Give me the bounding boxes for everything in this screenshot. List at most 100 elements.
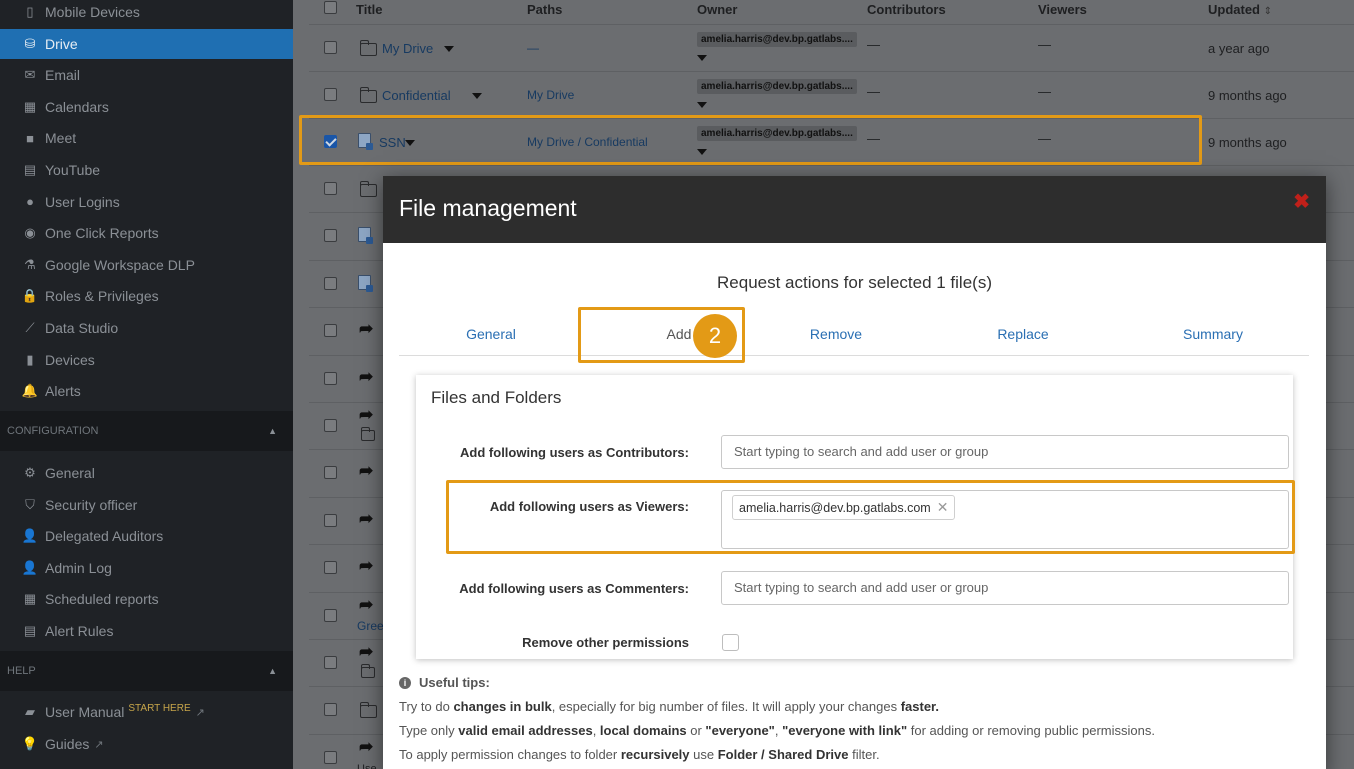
sidebar-item-admin-log[interactable]: 👤 Admin Log bbox=[0, 553, 293, 583]
row-checkbox[interactable] bbox=[324, 324, 337, 338]
lightbulb-icon: 💡 bbox=[21, 736, 39, 751]
sidebar-item-security-officer[interactable]: ⛉ Security officer bbox=[0, 490, 293, 520]
row-title[interactable]: My Drive bbox=[382, 41, 433, 56]
close-icon[interactable]: ✖ bbox=[1293, 189, 1310, 214]
sidebar-section-help[interactable]: HELP ▲ bbox=[0, 651, 293, 691]
table-row[interactable]: Confidential My Drive amelia.harris@dev.… bbox=[309, 71, 1354, 118]
sidebar-item-mobile-devices[interactable]: ▯ Mobile Devices bbox=[0, 0, 293, 27]
sidebar-item-label: Security officer bbox=[45, 496, 138, 513]
section-label: HELP bbox=[7, 665, 36, 677]
tab-replace[interactable]: Replace bbox=[983, 326, 1063, 342]
sidebar-item-scheduled-reports[interactable]: ▦ Scheduled reports bbox=[0, 584, 293, 614]
file-management-modal: File management ✖ Request actions for se… bbox=[383, 176, 1326, 769]
tip-line-3: To apply permission changes to folder re… bbox=[399, 747, 880, 762]
sidebar-item-calendars[interactable]: ▦ Calendars bbox=[0, 92, 293, 122]
info-icon: i bbox=[399, 676, 411, 689]
sidebar-item-label: Data Studio bbox=[45, 320, 119, 336]
sidebar-item-youtube[interactable]: ▤ YouTube bbox=[0, 155, 293, 185]
sidebar-item-data-studio[interactable]: ⟋ Data Studio bbox=[0, 313, 293, 343]
row-checkbox[interactable] bbox=[324, 229, 337, 243]
sidebar-item-user-manual[interactable]: ▰ User Manual START HERE ↗ bbox=[0, 697, 293, 727]
row-checkbox[interactable] bbox=[324, 513, 337, 527]
start-here-badge: START HERE bbox=[128, 702, 191, 714]
row-path[interactable]: My Drive bbox=[527, 88, 574, 102]
title-dropdown-icon[interactable] bbox=[472, 93, 483, 99]
row-checkbox[interactable] bbox=[324, 419, 337, 432]
sidebar-item-label: One Click Reports bbox=[45, 225, 159, 242]
owner-dropdown-icon[interactable] bbox=[697, 55, 707, 61]
sidebar-item-devices[interactable]: ▮ Devices bbox=[0, 345, 293, 375]
col-updated[interactable]: Updated ⇕ bbox=[1208, 2, 1272, 17]
globe-icon: ● bbox=[26, 194, 34, 210]
shared-icon: ➦ bbox=[359, 556, 374, 576]
drive-icon: ⛁ bbox=[24, 35, 36, 51]
collapse-caret-icon[interactable]: ▲ bbox=[268, 666, 277, 676]
table-row[interactable]: My Drive — amelia.harris@dev.bp.gatlabs.… bbox=[309, 24, 1354, 71]
devices-icon: ▮ bbox=[26, 351, 34, 367]
row-checkbox[interactable] bbox=[324, 656, 337, 669]
tab-remove[interactable]: Remove bbox=[796, 326, 876, 342]
row-checkbox[interactable] bbox=[324, 41, 337, 54]
video-icon: ■ bbox=[26, 130, 34, 146]
sidebar-item-alerts[interactable]: 🔔 Alerts bbox=[0, 376, 293, 406]
row-checkbox[interactable] bbox=[324, 182, 337, 195]
sidebar-item-drive[interactable]: ⛁ Drive bbox=[0, 28, 293, 59]
row-checkbox[interactable] bbox=[324, 750, 337, 764]
col-title[interactable]: Title bbox=[356, 2, 383, 17]
col-owner[interactable]: Owner bbox=[697, 2, 737, 17]
row-title[interactable]: Use bbox=[357, 763, 377, 769]
remove-permissions-checkbox[interactable] bbox=[722, 634, 739, 651]
shared-icon: ➦ bbox=[359, 736, 374, 756]
row-checkbox[interactable] bbox=[324, 608, 337, 622]
tab-general[interactable]: General bbox=[451, 326, 531, 342]
contributors-label: Add following users as Contributors: bbox=[460, 445, 689, 460]
sidebar-item-label: Calendars bbox=[45, 98, 109, 115]
sidebar-item-delegated-auditors[interactable]: 👤 Delegated Auditors bbox=[0, 521, 293, 551]
select-all-checkbox[interactable] bbox=[324, 1, 337, 14]
sidebar-item-alert-rules[interactable]: ▤ Alert Rules bbox=[0, 616, 293, 646]
row-title[interactable]: Confidential bbox=[382, 88, 451, 103]
row-checkbox[interactable] bbox=[324, 561, 337, 575]
row-checkbox[interactable] bbox=[324, 88, 337, 101]
title-dropdown-icon[interactable] bbox=[443, 46, 454, 52]
sidebar-section-configuration[interactable]: CONFIGURATION ▲ bbox=[0, 411, 293, 451]
row-updated: 9 months ago bbox=[1208, 88, 1287, 103]
contributors-input[interactable]: Start typing to search and add user or g… bbox=[721, 435, 1289, 469]
col-contributors[interactable]: Contributors bbox=[867, 2, 946, 17]
row-title[interactable]: Gree bbox=[357, 619, 384, 633]
bell-icon: 🔔 bbox=[21, 383, 39, 399]
sidebar-item-general[interactable]: ⚙ General bbox=[0, 458, 293, 488]
row-checkbox[interactable] bbox=[324, 276, 337, 290]
file-icon bbox=[358, 227, 373, 245]
sidebar-item-user-logins[interactable]: ● User Logins bbox=[0, 187, 293, 217]
sidebar-item-label: Alert Rules bbox=[45, 622, 114, 639]
viewers-field-highlight bbox=[446, 480, 1295, 554]
folder-icon bbox=[359, 40, 377, 56]
sidebar-item-google-workspace-dlp[interactable]: ⚗ Google Workspace DLP bbox=[0, 250, 293, 280]
file-icon bbox=[358, 274, 373, 292]
sidebar-item-one-click-reports[interactable]: ◉ One Click Reports bbox=[0, 218, 293, 248]
sidebar-item-guides[interactable]: 💡 Guides ↗ bbox=[0, 729, 293, 759]
sidebar-item-label: Scheduled reports bbox=[45, 591, 159, 607]
shield-icon: ⛉ bbox=[25, 496, 35, 512]
sort-icon[interactable]: ⇕ bbox=[1264, 6, 1272, 17]
tab-summary[interactable]: Summary bbox=[1173, 326, 1253, 342]
row-path[interactable]: — bbox=[527, 41, 539, 55]
sidebar-item-label: User Logins bbox=[45, 193, 120, 210]
sidebar-item-label: General bbox=[45, 465, 95, 481]
sidebar-item-roles-privileges[interactable]: 🔒 Roles & Privileges bbox=[0, 281, 293, 311]
sidebar-item-email[interactable]: ✉ Email bbox=[0, 60, 293, 90]
sidebar: ▯ Mobile Devices ⛁ Drive ✉ Email ▦ Calendars ■ Me… bbox=[0, 0, 293, 769]
col-viewers[interactable]: Viewers bbox=[1038, 2, 1087, 17]
row-checkbox[interactable] bbox=[324, 466, 337, 480]
sidebar-item-label: User Manual bbox=[45, 704, 125, 720]
collapse-caret-icon[interactable]: ▲ bbox=[268, 426, 277, 436]
row-checkbox[interactable] bbox=[324, 371, 337, 385]
sidebar-item-meet[interactable]: ■ Meet bbox=[0, 123, 293, 153]
col-paths[interactable]: Paths bbox=[527, 2, 562, 17]
row-checkbox[interactable] bbox=[324, 703, 337, 717]
modal-header: File management ✖ bbox=[383, 176, 1326, 243]
row-viewers: — bbox=[1038, 84, 1051, 99]
commenters-input[interactable]: Start typing to search and add user or g… bbox=[721, 571, 1289, 605]
owner-dropdown-icon[interactable] bbox=[697, 102, 707, 108]
